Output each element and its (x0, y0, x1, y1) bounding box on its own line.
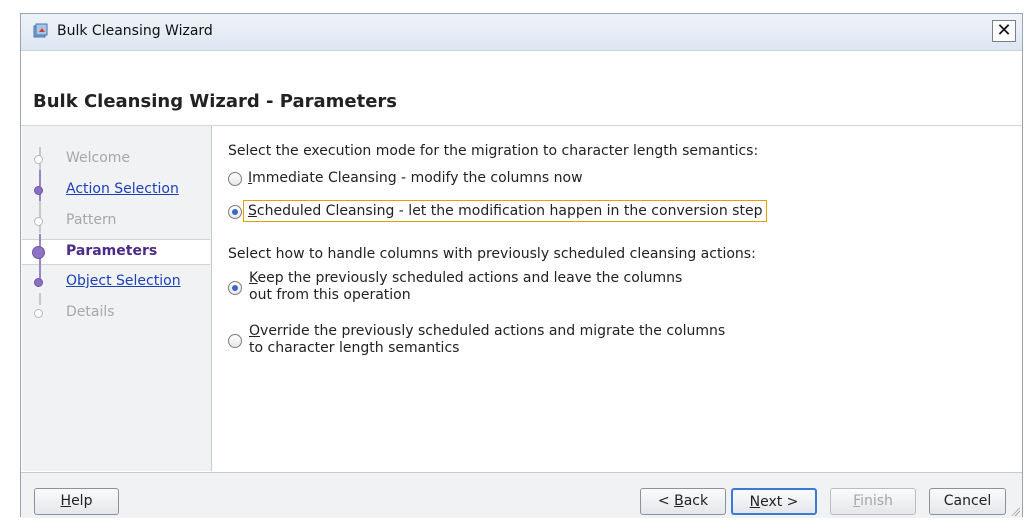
keep-previous-radio[interactable] (228, 281, 242, 295)
step-label: Parameters (66, 243, 158, 259)
immediate-cleansing-label[interactable]: Immediate Cleansing - modify the columns… (248, 170, 583, 186)
cancel-button[interactable]: Cancel (929, 488, 1006, 515)
page-title: Bulk Cleansing Wizard - Parameters (33, 91, 397, 112)
keep-previous-label[interactable]: Keep the previously scheduled actions an… (249, 270, 682, 304)
step-label: Pattern (66, 212, 117, 228)
back-button[interactable]: < Back (640, 488, 726, 515)
override-previous-label[interactable]: Override the previously scheduled action… (249, 323, 725, 357)
resize-grip-icon[interactable] (1010, 506, 1020, 516)
app-icon (33, 23, 49, 39)
step-marker-icon (32, 246, 45, 259)
close-icon: ✕ (996, 20, 1012, 41)
step-connector (39, 293, 41, 305)
step-action-selection[interactable]: Action Selection (22, 170, 210, 202)
step-marker-icon (34, 278, 43, 287)
parameters-panel: Select the execution mode for the migrat… (212, 126, 1022, 471)
step-label: Details (66, 304, 115, 320)
wizard-window: Bulk Cleansing Wizard ✕ Bulk Cleansing W… (20, 13, 1023, 518)
window-title: Bulk Cleansing Wizard (57, 23, 213, 39)
execution-mode-prompt: Select the execution mode for the migrat… (228, 143, 759, 159)
scheduled-cleansing-radio[interactable] (228, 205, 242, 219)
step-object-selection[interactable]: Object Selection (22, 262, 210, 294)
title-bar[interactable]: Bulk Cleansing Wizard ✕ (21, 14, 1022, 51)
step-label[interactable]: Action Selection (66, 181, 179, 197)
scheduled-cleansing-label[interactable]: Scheduled Cleansing - let the modificati… (243, 200, 768, 222)
wizard-header: Bulk Cleansing Wizard - Parameters (21, 51, 1022, 126)
close-button[interactable]: ✕ (992, 20, 1016, 42)
immediate-cleansing-radio[interactable] (228, 172, 242, 186)
finish-button[interactable]: Finish (830, 488, 916, 515)
step-marker-icon (34, 155, 43, 164)
wizard-steps-panel: Welcome Action Selection Pattern Paramet… (22, 126, 212, 471)
step-details: Details (22, 293, 210, 325)
step-label: Welcome (66, 150, 131, 166)
handling-prompt: Select how to handle columns with previo… (228, 246, 756, 262)
step-pattern: Pattern (22, 201, 210, 233)
step-marker-icon (34, 186, 43, 195)
step-marker-icon (34, 217, 43, 226)
step-welcome: Welcome (22, 147, 210, 171)
button-bar: Help < Back Next > Finish Cancel (21, 472, 1022, 518)
help-button[interactable]: Help (34, 488, 119, 515)
step-label[interactable]: Object Selection (66, 273, 181, 289)
step-marker-icon (34, 309, 43, 318)
step-parameters: Parameters (22, 234, 210, 266)
next-button[interactable]: Next > (731, 488, 817, 515)
override-previous-radio[interactable] (228, 334, 242, 348)
